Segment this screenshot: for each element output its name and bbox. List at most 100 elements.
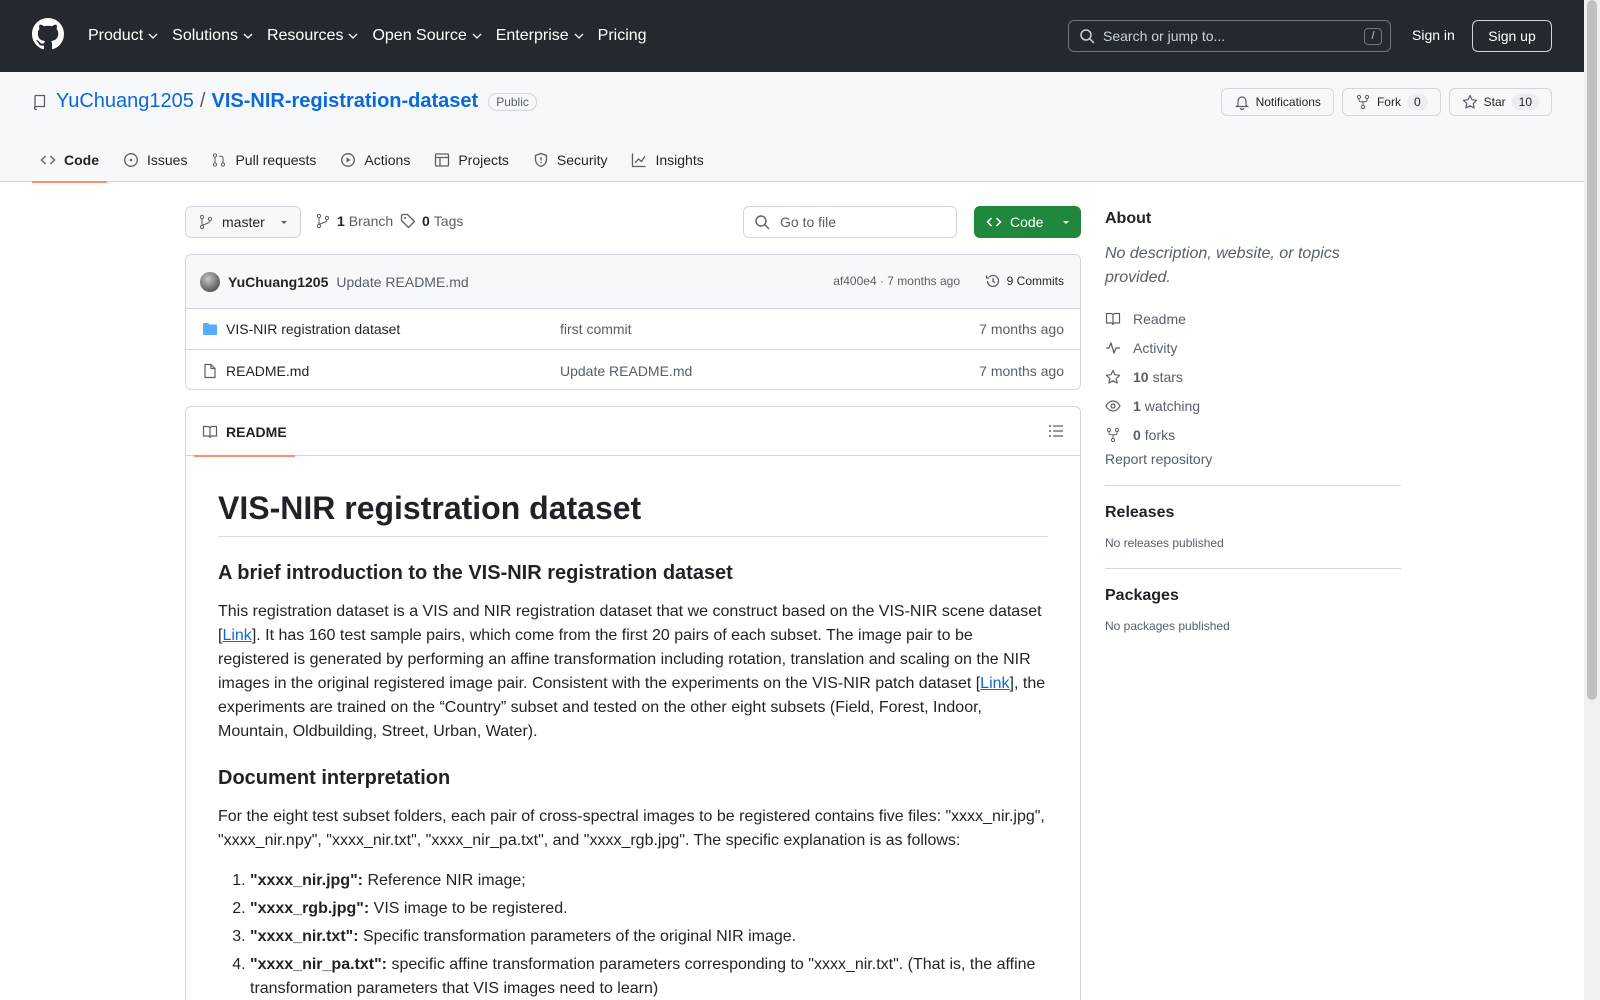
search-icon <box>1080 29 1095 44</box>
readme-title: VIS-NIR registration dataset <box>218 488 1048 537</box>
nav-solutions[interactable]: Solutions <box>172 27 253 45</box>
forks-link[interactable]: 0 forks <box>1105 420 1401 449</box>
readme-tab[interactable]: README <box>194 407 295 457</box>
sign-up-button[interactable]: Sign up <box>1472 20 1552 52</box>
releases-title[interactable]: Releases <box>1105 504 1401 522</box>
star-count: 10 <box>1511 94 1539 110</box>
readme-paragraph-intro: This registration dataset is a VIS and N… <box>218 600 1048 744</box>
fork-count: 0 <box>1406 94 1428 110</box>
readme-panel: README VIS-NIR registration dataset A br… <box>185 406 1081 1000</box>
commits-count-label: 9 Commits <box>1006 274 1064 288</box>
readme-link[interactable]: Readme <box>1105 304 1401 333</box>
sidebar-divider <box>1105 568 1401 569</box>
visibility-badge: Public <box>488 92 537 111</box>
commits-link[interactable]: 9 Commits <box>985 273 1064 289</box>
repo-tabs: Code Issues Pull requests Actions Projec… <box>32 138 720 183</box>
notifications-label: Notifications <box>1255 95 1321 109</box>
avatar[interactable] <box>200 271 220 292</box>
github-logo-icon[interactable] <box>32 18 64 50</box>
branch-selector[interactable]: master <box>185 206 301 238</box>
list-item-key: "xxxx_rgb.jpg": <box>250 900 370 917</box>
packages-title[interactable]: Packages <box>1105 587 1401 605</box>
file-commit-message[interactable]: first commit <box>560 321 632 337</box>
tags-link[interactable]: 0 Tags <box>400 213 463 229</box>
code-button-label: Code <box>1010 214 1044 230</box>
readme-heading-doc: Document interpretation <box>218 767 451 789</box>
stars-link[interactable]: 10 stars <box>1105 362 1401 391</box>
tab-label: Actions <box>364 152 411 168</box>
activity-link[interactable]: Activity <box>1105 333 1401 362</box>
report-repository-link[interactable]: Report repository <box>1105 451 1401 467</box>
sign-in-link[interactable]: Sign in <box>1412 27 1455 43</box>
packages-empty-text: No packages published <box>1105 619 1230 633</box>
repo-name-link[interactable]: VIS-NIR-registration-dataset <box>211 90 478 113</box>
scene-dataset-link[interactable]: Link <box>222 627 251 644</box>
tab-code[interactable]: Code <box>32 138 107 183</box>
list-item: "xxxx_nir_pa.txt": specific affine trans… <box>250 953 1048 1000</box>
repo-title: YuChuang1205 / VIS-NIR-registration-data… <box>32 90 537 113</box>
search-placeholder: Search or jump to... <box>1103 28 1226 44</box>
list-item-text: Reference NIR image; <box>363 872 526 889</box>
chevron-down-icon <box>472 33 482 39</box>
go-to-file-input[interactable]: Go to file <box>743 206 957 238</box>
branch-name: master <box>222 214 265 230</box>
tab-actions[interactable]: Actions <box>332 138 418 182</box>
shield-icon <box>534 152 548 168</box>
branch-icon <box>316 213 330 229</box>
page-scrollbar[interactable] <box>1584 0 1600 1000</box>
notifications-button[interactable]: Notifications <box>1220 88 1334 116</box>
list-item-key: "xxxx_nir.jpg": <box>250 872 363 889</box>
tab-security[interactable]: Security <box>525 138 616 182</box>
repo-owner-link[interactable]: YuChuang1205 <box>56 90 194 113</box>
folder-icon <box>203 323 217 335</box>
search-input[interactable]: Search or jump to... / <box>1068 20 1391 52</box>
readme-heading-intro: A brief introduction to the VIS-NIR regi… <box>218 562 733 584</box>
star-icon <box>1105 369 1121 384</box>
chevron-down-icon <box>148 33 158 39</box>
about-sidebar: About No description, website, or topics… <box>1105 210 1401 633</box>
patch-dataset-link[interactable]: Link <box>980 675 1009 692</box>
code-dropdown-button[interactable]: Code <box>974 206 1081 238</box>
tab-label: Code <box>64 152 99 168</box>
list-unordered-icon[interactable] <box>1048 423 1064 439</box>
nav-resources[interactable]: Resources <box>267 27 358 45</box>
chevron-down-icon <box>348 33 358 39</box>
nav-label: Resources <box>266 27 344 44</box>
watching-link[interactable]: 1 watching <box>1105 391 1401 420</box>
stars-label: stars <box>1152 368 1183 385</box>
about-title: About <box>1105 210 1152 227</box>
file-name[interactable]: README.md <box>226 363 309 379</box>
tab-insights[interactable]: Insights <box>623 138 711 182</box>
tab-projects[interactable]: Projects <box>426 138 517 182</box>
commit-message[interactable]: Update README.md <box>336 274 468 290</box>
branches-link[interactable]: 1 Branch <box>315 213 393 229</box>
tab-issues[interactable]: Issues <box>115 138 195 182</box>
tab-label: Insights <box>655 152 704 168</box>
tab-label: Projects <box>458 152 509 168</box>
tab-pull-requests[interactable]: Pull requests <box>203 138 324 182</box>
readme-tab-label: README <box>226 423 287 440</box>
fork-button[interactable]: Fork 0 <box>1341 88 1441 116</box>
nav-enterprise[interactable]: Enterprise <box>496 27 584 45</box>
file-row[interactable]: VIS-NIR registration dataset first commi… <box>186 309 1080 350</box>
nav-open-source[interactable]: Open Source <box>372 27 482 45</box>
global-header: Product Solutions Resources Open Source … <box>0 0 1584 72</box>
forks-count: 0 <box>1133 426 1141 443</box>
caret-down-icon <box>280 221 287 224</box>
scrollbar-thumb[interactable] <box>1587 0 1597 700</box>
star-button[interactable]: Star 10 <box>1448 88 1552 116</box>
nav-label: Pricing <box>597 27 647 44</box>
nav-product[interactable]: Product <box>88 27 158 45</box>
readme-header: README <box>186 407 1080 457</box>
repo-icon <box>33 94 46 110</box>
nav-pricing[interactable]: Pricing <box>598 27 647 45</box>
commit-meta[interactable]: af400e4 · 7 months ago <box>833 274 960 288</box>
branch-bar: master 1 Branch 0 Tags Go to file Code <box>185 206 1081 238</box>
file-row[interactable]: README.md Update README.md 7 months ago <box>186 350 1080 389</box>
pulse-icon <box>1106 341 1120 354</box>
file-commit-message[interactable]: Update README.md <box>560 363 692 379</box>
file-name[interactable]: VIS-NIR registration dataset <box>226 321 400 337</box>
repo-actions: Notifications Fork 0 Star 10 <box>1213 88 1552 116</box>
tags-label: Tags <box>433 213 464 229</box>
commit-author[interactable]: YuChuang1205 <box>228 274 328 290</box>
